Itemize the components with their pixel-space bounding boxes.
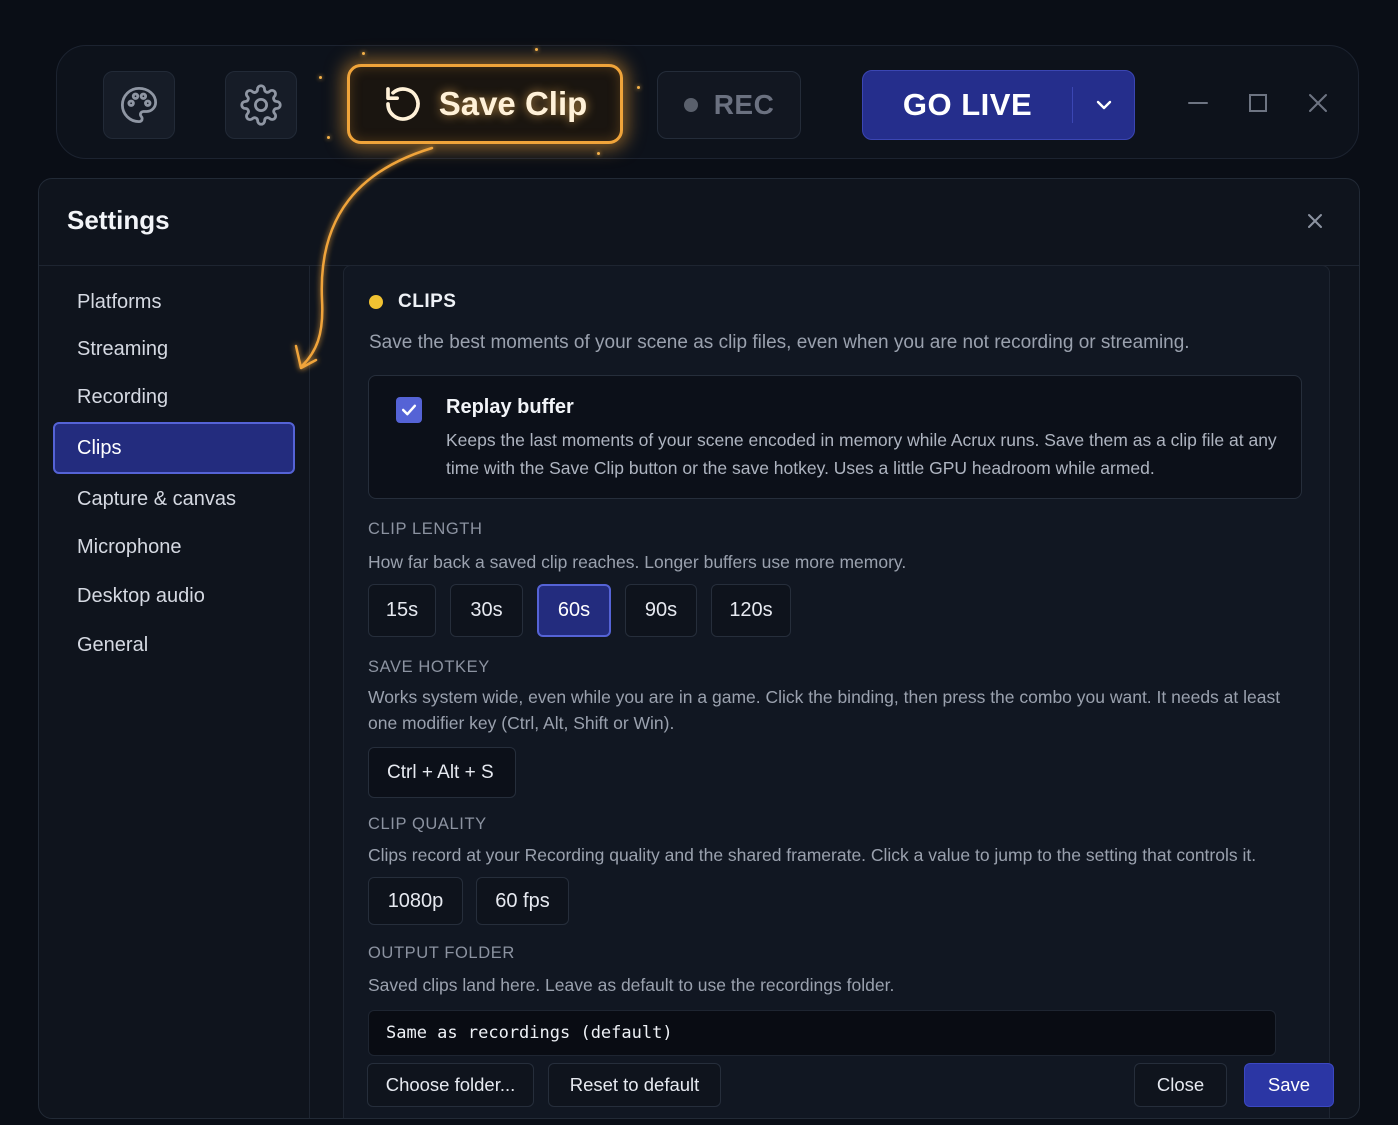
save-button[interactable]: Save <box>1244 1063 1334 1107</box>
close-icon <box>1309 94 1327 112</box>
sidebar-item-streaming[interactable]: Streaming <box>53 323 295 375</box>
sidebar-item-general[interactable]: General <box>53 619 295 671</box>
sparkle-decoration <box>362 52 365 55</box>
window-close-button[interactable] <box>1301 86 1335 120</box>
clip-resolution-button[interactable]: 1080p <box>368 877 463 925</box>
chevron-down-icon <box>1096 100 1111 110</box>
clip-framerate-button[interactable]: 60 fps <box>476 877 569 925</box>
output-folder-field[interactable]: Same as recordings (default) <box>368 1010 1276 1056</box>
replay-buffer-description: Keeps the last moments of your scene enc… <box>446 430 1277 478</box>
record-button[interactable]: REC <box>657 71 801 139</box>
sparkle-decoration <box>597 152 600 155</box>
record-dot-icon <box>683 98 698 112</box>
clip-length-description: How far back a saved clip reaches. Longe… <box>368 552 907 572</box>
replay-buffer-title: Replay buffer <box>446 396 574 418</box>
section-status-dot <box>369 295 383 309</box>
close-button[interactable]: Close <box>1134 1063 1227 1107</box>
sidebar-item-recording[interactable]: Recording <box>53 371 295 423</box>
settings-header: Settings <box>39 179 1359 266</box>
save-hotkey-description: Works system wide, even while you are in… <box>368 687 1281 733</box>
replay-buffer-checkbox[interactable] <box>396 397 422 423</box>
clip-length-label: CLIP LENGTH <box>368 520 483 538</box>
settings-title: Settings <box>67 205 170 235</box>
sidebar-item-capture-canvas[interactable]: Capture & canvas <box>53 473 295 525</box>
check-icon <box>401 404 417 416</box>
clip-length-option-15s[interactable]: 15s <box>368 584 436 637</box>
close-icon <box>1308 214 1322 228</box>
save-clip-button[interactable]: Save Clip <box>347 64 623 144</box>
clip-length-option-30s[interactable]: 30s <box>450 584 523 637</box>
replay-icon <box>385 87 420 121</box>
sparkle-decoration <box>535 48 538 51</box>
sparkle-decoration <box>637 86 640 89</box>
sparkle-decoration <box>319 76 322 79</box>
maximize-button[interactable] <box>1241 86 1275 120</box>
sidebar-item-clips[interactable]: Clips <box>53 422 295 474</box>
maximize-icon <box>1249 94 1267 112</box>
settings-sidebar: Platforms Streaming Recording Clips Capt… <box>39 266 310 1118</box>
section-title: CLIPS <box>398 291 457 312</box>
settings-close-button[interactable] <box>1303 209 1327 233</box>
clips-settings-panel: CLIPS Save the best moments of your scen… <box>343 265 1330 1118</box>
reset-to-default-button[interactable]: Reset to default <box>548 1063 721 1107</box>
sidebar-item-desktop-audio[interactable]: Desktop audio <box>53 570 295 622</box>
go-live-dropdown-button[interactable] <box>1073 93 1134 117</box>
section-description: Save the best moments of your scene as c… <box>369 332 1190 353</box>
gear-icon <box>240 84 282 126</box>
record-label: REC <box>713 89 775 120</box>
save-hotkey-binding[interactable]: Ctrl + Alt + S <box>368 747 516 798</box>
clip-length-option-60s[interactable]: 60s <box>537 584 611 637</box>
settings-button[interactable] <box>225 71 297 139</box>
clip-length-option-90s[interactable]: 90s <box>625 584 697 637</box>
go-live-split-button: GO LIVE <box>862 70 1135 140</box>
output-folder-description: Saved clips land here. Leave as default … <box>368 975 895 995</box>
top-toolbar: Save Clip REC GO LIVE <box>56 45 1359 159</box>
palette-icon <box>120 86 158 124</box>
sidebar-item-platforms[interactable]: Platforms <box>53 276 295 328</box>
output-folder-label: OUTPUT FOLDER <box>368 944 515 962</box>
minimize-button[interactable] <box>1181 86 1215 120</box>
settings-dialog: Settings Platforms Streaming Recording C… <box>38 178 1360 1119</box>
save-hotkey-label: SAVE HOTKEY <box>368 658 490 676</box>
go-live-button[interactable]: GO LIVE <box>863 87 1073 123</box>
replay-buffer-card: Replay buffer Keeps the last moments of … <box>368 375 1302 499</box>
clip-quality-label: CLIP QUALITY <box>368 815 487 833</box>
minimize-icon <box>1188 102 1208 104</box>
theme-button[interactable] <box>103 71 175 139</box>
sidebar-item-microphone[interactable]: Microphone <box>53 521 295 573</box>
save-clip-label: Save Clip <box>438 85 588 122</box>
clip-quality-description: Clips record at your Recording quality a… <box>368 845 1257 865</box>
choose-folder-button[interactable]: Choose folder... <box>367 1063 534 1107</box>
sparkle-decoration <box>327 136 330 139</box>
clip-length-option-120s[interactable]: 120s <box>711 584 791 637</box>
